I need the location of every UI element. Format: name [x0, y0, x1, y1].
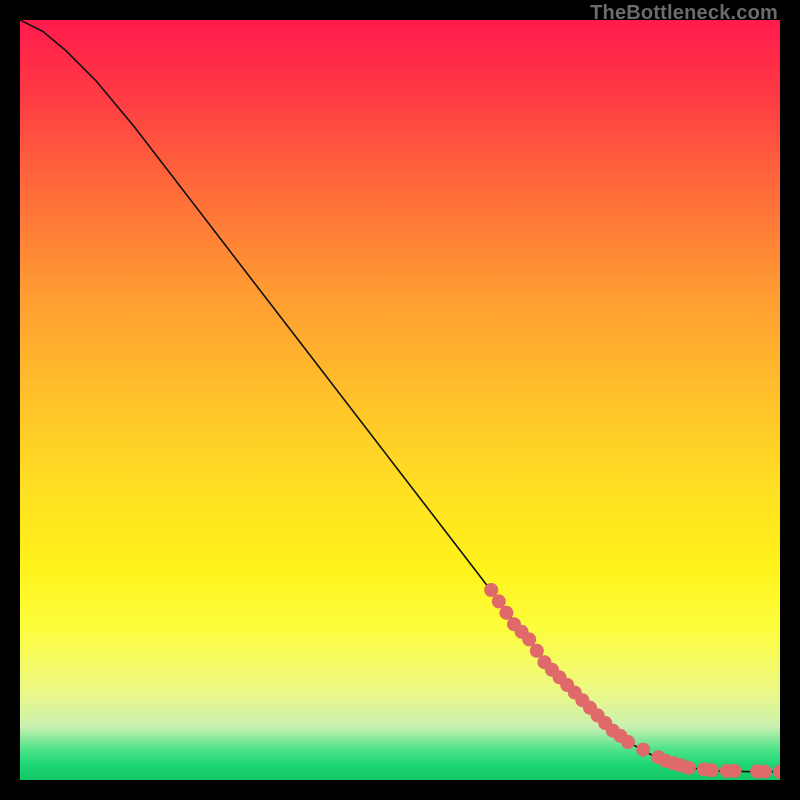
highlight-point [613, 729, 627, 743]
highlight-point [750, 764, 764, 778]
highlight-point [727, 764, 741, 778]
curve-layer [20, 20, 780, 780]
highlight-point [537, 655, 551, 669]
highlight-point [499, 606, 513, 620]
highlight-point [720, 764, 734, 778]
highlight-point [530, 644, 544, 658]
marker-layer [20, 20, 780, 780]
highlight-point [553, 670, 567, 684]
highlight-point [758, 765, 772, 779]
highlight-point [591, 708, 605, 722]
highlight-point [651, 750, 665, 764]
highlight-point [773, 765, 780, 779]
highlight-point [515, 625, 529, 639]
highlight-point [583, 701, 597, 715]
highlight-point [507, 617, 521, 631]
highlight-point [682, 761, 696, 775]
plot-area [20, 20, 780, 780]
highlight-point [575, 693, 589, 707]
highlight-point [667, 756, 681, 770]
highlight-point [560, 678, 574, 692]
highlight-point [492, 594, 506, 608]
highlight-point [621, 735, 635, 749]
highlight-point [636, 743, 650, 757]
highlight-point [606, 724, 620, 738]
bottleneck-curve [20, 20, 780, 772]
highlight-point [697, 762, 711, 776]
highlight-point [598, 716, 612, 730]
highlight-point [545, 663, 559, 677]
highlight-point [705, 763, 719, 777]
watermark-text: TheBottleneck.com [590, 2, 778, 25]
highlight-point [484, 583, 498, 597]
highlight-points [484, 583, 780, 779]
highlight-point [674, 759, 688, 773]
highlight-point [522, 632, 536, 646]
highlight-point [568, 686, 582, 700]
chart-container: TheBottleneck.com [0, 0, 800, 800]
highlight-point [659, 754, 673, 768]
